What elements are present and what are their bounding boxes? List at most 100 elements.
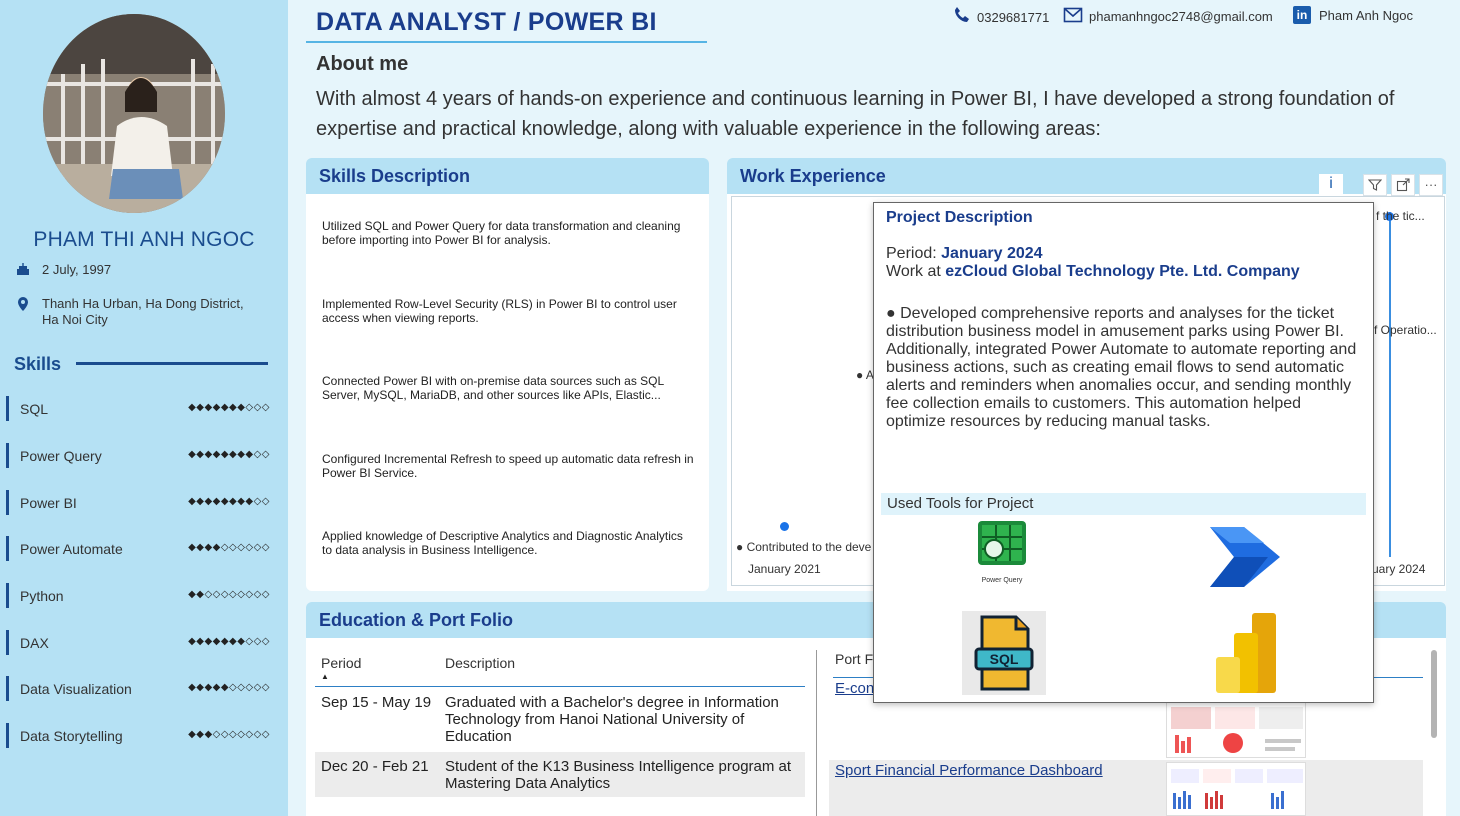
tooltip-title: Project Description: [886, 209, 1033, 226]
tooltip-description: ● Developed comprehensive reports and an…: [886, 305, 1357, 430]
birthday-row: 2 July, 1997: [16, 262, 111, 279]
phone-icon: [953, 6, 971, 29]
table-header-divider: [315, 686, 805, 687]
skill-description-item: Configured Incremental Refresh to speed …: [322, 452, 694, 480]
linkedin-label: Pham Anh Ngoc: [1319, 7, 1413, 23]
skill-bar: [6, 583, 9, 608]
portfolio-column-header[interactable]: Port F: [835, 651, 873, 667]
skill-description-item: Applied knowledge of Descriptive Analyti…: [322, 529, 683, 557]
sort-ascending-icon[interactable]: ▲: [321, 672, 329, 681]
sql-file-icon: SQL: [962, 611, 1046, 695]
cake-icon: [16, 262, 32, 279]
education-period: Dec 20 - Feb 21: [321, 758, 429, 775]
skill-name: Data Storytelling: [20, 728, 123, 744]
profile-name: PHAM THI ANH NGOC: [33, 228, 255, 251]
profile-photo: [43, 14, 225, 213]
dashboard-thumbnail[interactable]: [1166, 762, 1306, 816]
skill-description-item: Implemented Row-Level Security (RLS) in …: [322, 297, 677, 325]
more-options-icon[interactable]: ···: [1419, 174, 1443, 196]
phone-contact[interactable]: 0329681771: [953, 6, 1049, 29]
skill-bar: [6, 723, 9, 748]
location-pin-icon: [16, 296, 32, 315]
timeline-item-label: ● A: [856, 368, 874, 382]
skill-name: DAX: [20, 635, 49, 651]
table-row[interactable]: Sep 15 - May 19 Graduated with a Bachelo…: [315, 688, 805, 746]
timeline-end-label: uary 2024: [1372, 562, 1426, 576]
education-title: Education & Port Folio: [319, 610, 513, 630]
project-tooltip: Project Description Period: January 2024…: [873, 202, 1374, 703]
dashboard-thumbnail[interactable]: [1166, 700, 1306, 758]
column-header-description[interactable]: Description: [445, 655, 515, 671]
power-query-icon: Power Query: [972, 519, 1032, 584]
skills-description-title: Skills Description: [319, 166, 471, 186]
skill-rating: ◆◆◆◆◆◆◆◇◇◇: [188, 402, 270, 413]
skill-rating: ◆◆◆◇◇◇◇◇◇◇: [188, 729, 270, 740]
period-label: Period:: [886, 245, 942, 262]
portfolio-link[interactable]: Sport Financial Performance Dashboard: [835, 762, 1103, 779]
skill-bar: [6, 396, 9, 421]
timeline-item-label: ● Contributed to the deve: [736, 540, 872, 554]
timeline-start-label: January 2021: [748, 562, 821, 576]
portfolio-link[interactable]: E-con: [835, 680, 874, 697]
skill-row-sql: SQL ◆◆◆◆◆◆◆◇◇◇: [6, 392, 276, 422]
address-row: Thanh Ha Urban, Ha Dong District, Ha Noi…: [16, 296, 244, 328]
info-label: i: [1329, 175, 1333, 192]
education-description: Student of the K13 Business Intelligence…: [445, 758, 792, 792]
skill-row-data-storytelling: Data Storytelling ◆◆◆◇◇◇◇◇◇◇: [6, 719, 276, 749]
work-experience-title: Work Experience: [740, 166, 886, 186]
column-header-period[interactable]: Period: [321, 655, 361, 671]
skill-row-data-visualization: Data Visualization ◆◆◆◆◆◇◇◇◇◇: [6, 672, 276, 702]
linkedin-icon: in: [1293, 6, 1311, 24]
page-title: DATA ANALYST / POWER BI: [316, 8, 657, 36]
email-contact[interactable]: phamanhngoc2748@gmail.com: [1063, 5, 1273, 28]
skill-name: Power Automate: [20, 541, 123, 557]
tools-heading: Used Tools for Project: [881, 493, 1366, 515]
skill-rating: ◆◆◆◆◆◇◇◇◇◇: [188, 682, 270, 693]
education-period: Sep 15 - May 19: [321, 694, 432, 711]
linkedin-contact[interactable]: in Pham Anh Ngoc: [1293, 6, 1413, 24]
skill-name: Power Query: [20, 448, 102, 464]
power-automate-icon: [1208, 525, 1282, 587]
timeline-item-label: f the tic...: [1376, 209, 1425, 223]
address-line-2: Ha Noi City: [42, 312, 108, 327]
address-line-1: Thanh Ha Urban, Ha Dong District,: [42, 296, 244, 311]
education-description: Graduated with a Bachelor's degree in In…: [445, 694, 779, 745]
skills-heading: Skills: [14, 354, 62, 374]
skill-name: Python: [20, 588, 64, 604]
focus-mode-icon[interactable]: [1391, 174, 1415, 196]
timeline-axis-line: [1389, 212, 1391, 557]
company-value: ezCloud Global Technology Pte. Ltd. Comp…: [945, 263, 1300, 280]
skills-divider: [76, 362, 268, 365]
timeline-marker[interactable]: [780, 522, 789, 531]
tooltip-company: Work at ezCloud Global Technology Pte. L…: [886, 263, 1300, 281]
skill-rating: ◆◆◆◆◆◆◆◆◇◇: [188, 449, 270, 460]
skill-rating: ◆◆◆◆◇◇◇◇◇◇: [188, 542, 270, 553]
more-label: ···: [1424, 177, 1438, 192]
address-text: Thanh Ha Urban, Ha Dong District, Ha Noi…: [42, 296, 244, 328]
power-bi-icon: [1214, 611, 1278, 695]
avatar: [43, 14, 225, 213]
skill-bar: [6, 443, 9, 468]
skill-row-power-automate: Power Automate ◆◆◆◆◇◇◇◇◇◇: [6, 532, 276, 562]
email-icon: [1063, 5, 1083, 28]
skill-description-item: Connected Power BI with on-premise data …: [322, 374, 664, 402]
skill-name: SQL: [20, 401, 49, 417]
skill-rating: ◆◆◆◆◆◆◆◇◇◇: [188, 636, 270, 647]
skill-row-dax: DAX ◆◆◆◆◆◆◆◇◇◇: [6, 626, 276, 656]
table-row[interactable]: Dec 20 - Feb 21 Student of the K13 Busin…: [315, 752, 805, 797]
skill-row-python: Python ◆◆◇◇◇◇◇◇◇◇: [6, 579, 276, 609]
period-value: January 2024: [941, 245, 1043, 262]
skill-bar: [6, 490, 9, 515]
sql-label: SQL: [990, 651, 1019, 667]
power-query-caption: Power Query: [981, 577, 1023, 584]
skill-description-item: Utilized SQL and Power Query for data tr…: [322, 219, 681, 247]
skill-row-power-bi: Power BI ◆◆◆◆◆◆◆◆◇◇: [6, 486, 276, 516]
phone-number: 0329681771: [977, 10, 1050, 25]
filter-icon[interactable]: [1363, 174, 1387, 196]
info-icon[interactable]: i: [1319, 174, 1343, 196]
section-divider: [816, 650, 817, 816]
skill-name: Power BI: [20, 495, 77, 511]
scrollbar-thumb[interactable]: [1431, 650, 1437, 738]
skill-bar: [6, 676, 9, 701]
skill-row-power-query: Power Query ◆◆◆◆◆◆◆◆◇◇: [6, 439, 276, 469]
